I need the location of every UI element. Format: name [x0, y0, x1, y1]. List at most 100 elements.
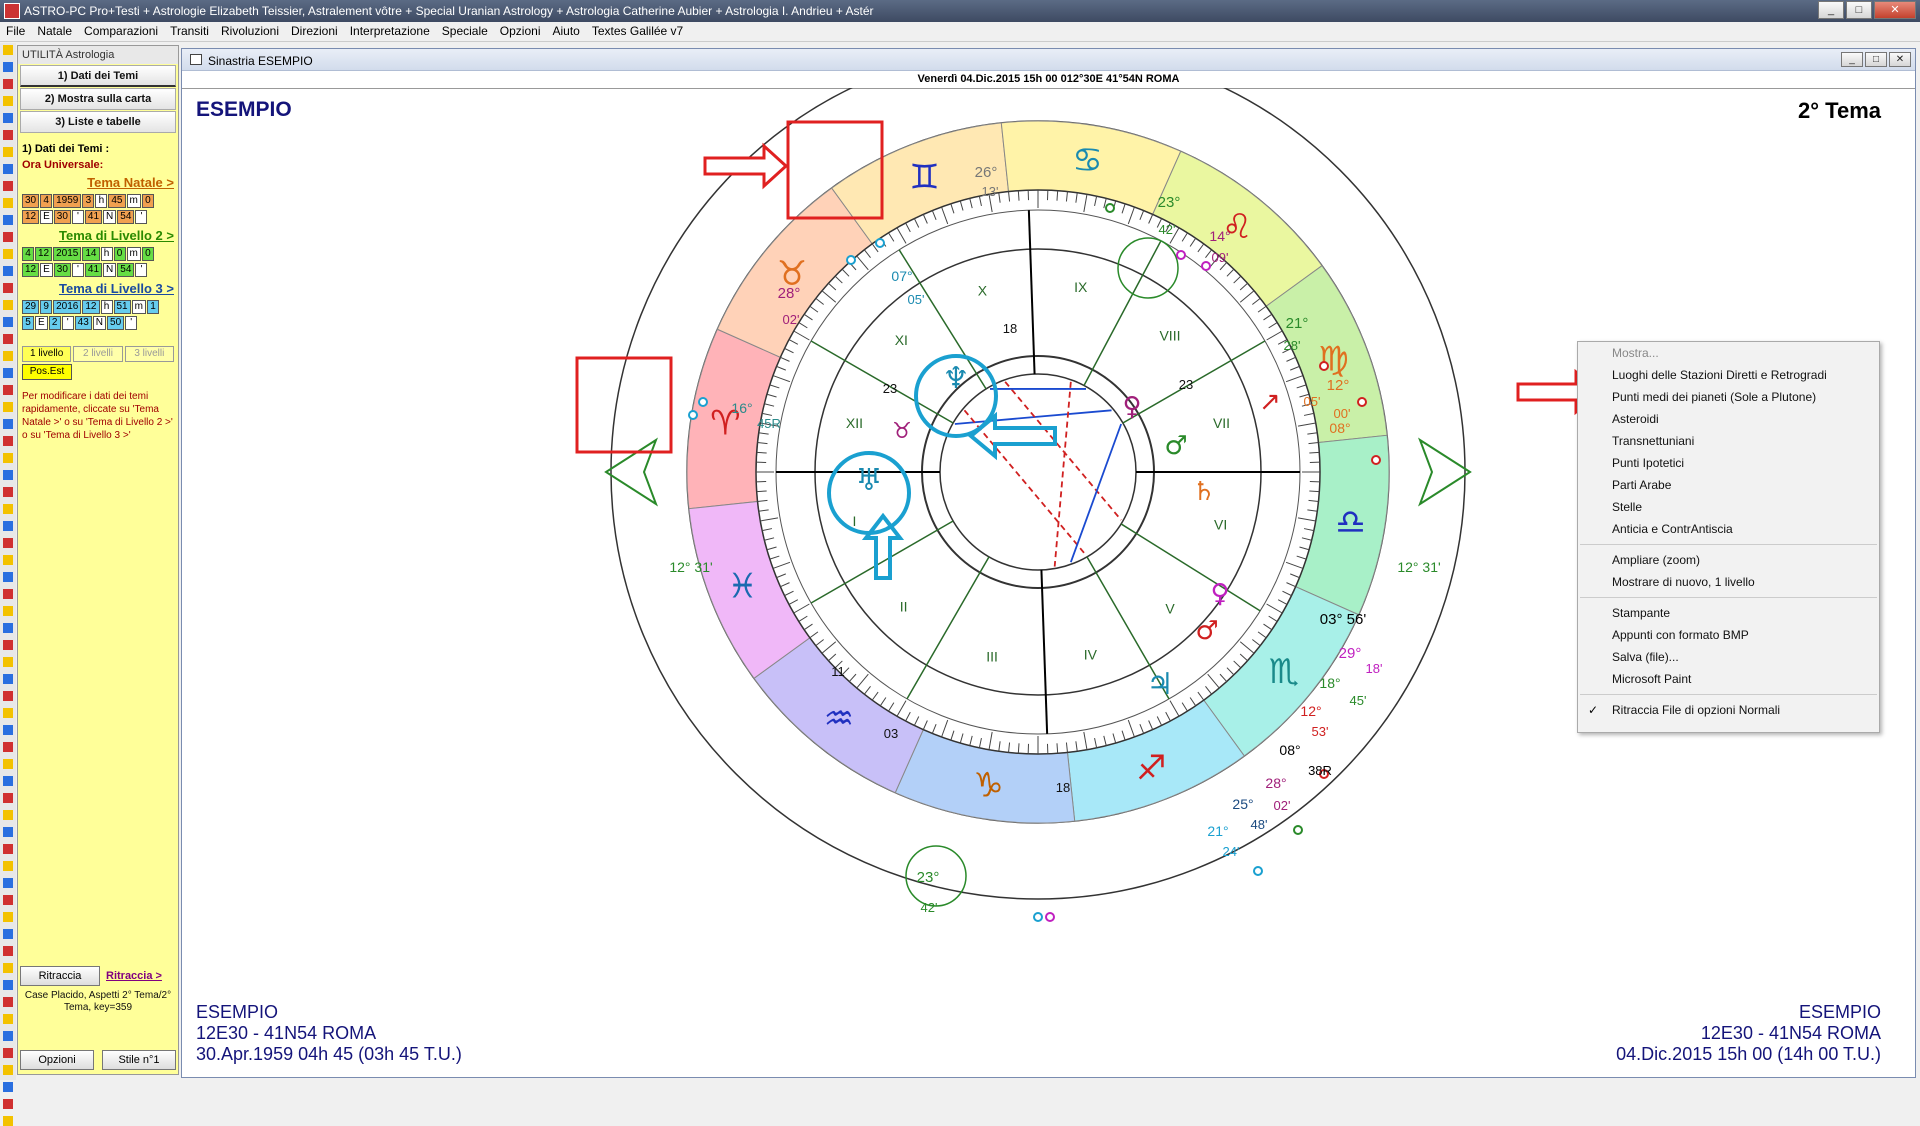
toolbar-swatch[interactable] — [3, 555, 13, 565]
menu-rivoluzioni[interactable]: Rivoluzioni — [215, 22, 285, 41]
toolbar-swatch[interactable] — [3, 759, 13, 769]
toolbar-swatch[interactable] — [3, 844, 13, 854]
level-2-button[interactable]: 2 livelli — [73, 346, 122, 362]
level-3-button[interactable]: 3 livelli — [125, 346, 174, 362]
toolbar-swatch[interactable] — [3, 436, 13, 446]
natal-day[interactable]: 30 — [22, 194, 39, 208]
toolbar-swatch[interactable] — [3, 130, 13, 140]
menu-direzioni[interactable]: Direzioni — [285, 22, 344, 41]
toolbar-swatch[interactable] — [3, 1014, 13, 1024]
level-1-button[interactable]: 1 livello — [22, 346, 71, 362]
context-menu-item[interactable]: Stelle — [1578, 496, 1879, 518]
menu-transiti[interactable]: Transiti — [164, 22, 215, 41]
toolbar-swatch[interactable] — [3, 215, 13, 225]
toolbar-swatch[interactable] — [3, 79, 13, 89]
toolbar-swatch[interactable] — [3, 147, 13, 157]
context-menu-item[interactable]: Luoghi delle Stazioni Diretti e Retrogra… — [1578, 364, 1879, 386]
toolbar-swatch[interactable] — [3, 997, 13, 1007]
lv3-day[interactable]: 29 — [22, 300, 39, 314]
context-menu-item[interactable]: Punti medi dei pianeti (Sole a Plutone) — [1578, 386, 1879, 408]
toolbar-swatch[interactable] — [3, 283, 13, 293]
toolbar-swatch[interactable] — [3, 453, 13, 463]
toolbar-swatch[interactable] — [3, 691, 13, 701]
toolbar-swatch[interactable] — [3, 1099, 13, 1109]
toolbar-swatch[interactable] — [3, 521, 13, 531]
toolbar-swatch[interactable] — [3, 572, 13, 582]
toolbar-swatch[interactable] — [3, 725, 13, 735]
toolbar-swatch[interactable] — [3, 827, 13, 837]
menu-file[interactable]: File — [0, 22, 31, 41]
tab-mostra-carta[interactable]: 2) Mostra sulla carta — [20, 88, 176, 110]
toolbar-swatch[interactable] — [3, 385, 13, 395]
context-menu-item[interactable]: Parti Arabe — [1578, 474, 1879, 496]
context-menu-item[interactable]: Appunti con formato BMP — [1578, 624, 1879, 646]
context-menu-item[interactable]: Microsoft Paint — [1578, 668, 1879, 690]
toolbar-swatch[interactable] — [3, 861, 13, 871]
natal-min[interactable]: 45 — [108, 194, 125, 208]
lv2-lat-min[interactable]: 54 — [117, 263, 134, 277]
context-menu-item[interactable]: Stampante — [1578, 602, 1879, 624]
lv3-lat-min[interactable]: 50 — [107, 316, 124, 330]
toolbar-swatch[interactable] — [3, 810, 13, 820]
menu-textes-galilee[interactable]: Textes Galilée v7 — [586, 22, 689, 41]
natal-lat-deg[interactable]: 41 — [85, 210, 102, 224]
natal-long-deg[interactable]: 12 — [22, 210, 39, 224]
lv3-hour[interactable]: 12 — [82, 300, 99, 314]
context-menu-item[interactable]: Salva (file)... — [1578, 646, 1879, 668]
menu-opzioni[interactable]: Opzioni — [494, 22, 547, 41]
natal-lat-dir[interactable]: N — [103, 210, 116, 224]
lv3-month[interactable]: 9 — [40, 300, 52, 314]
child-minimize-button[interactable]: _ — [1841, 52, 1863, 67]
lv3-long-min[interactable]: 2 — [49, 316, 61, 330]
toolbar-swatch[interactable] — [3, 538, 13, 548]
toolbar-swatch[interactable] — [3, 606, 13, 616]
toolbar-swatch[interactable] — [3, 1031, 13, 1041]
tema-natale-link[interactable]: Tema Natale > — [18, 175, 174, 190]
toolbar-swatch[interactable] — [3, 946, 13, 956]
context-menu-item[interactable]: Anticia e ContrAntiscia — [1578, 518, 1879, 540]
natal-sec[interactable]: 0 — [142, 194, 154, 208]
toolbar-swatch[interactable] — [3, 963, 13, 973]
toolbar-swatch[interactable] — [3, 487, 13, 497]
toolbar-swatch[interactable] — [3, 912, 13, 922]
toolbar-swatch[interactable] — [3, 776, 13, 786]
toolbar-swatch[interactable] — [3, 402, 13, 412]
lv3-min[interactable]: 51 — [114, 300, 131, 314]
context-menu-item[interactable]: Punti Ipotetici — [1578, 452, 1879, 474]
context-menu-item[interactable]: Asteroidi — [1578, 408, 1879, 430]
tab-dati-temi[interactable]: 1) Dati dei Temi — [20, 65, 176, 87]
minimize-button[interactable]: _ — [1818, 1, 1844, 19]
toolbar-swatch[interactable] — [3, 419, 13, 429]
natal-month[interactable]: 4 — [40, 194, 52, 208]
toolbar-swatch[interactable] — [3, 249, 13, 259]
toolbar-swatch[interactable] — [3, 640, 13, 650]
close-button[interactable]: ✕ — [1874, 1, 1916, 19]
maximize-button[interactable]: □ — [1846, 1, 1872, 19]
tab-liste-tabelle[interactable]: 3) Liste e tabelle — [20, 111, 176, 133]
natal-hour[interactable]: 3 — [82, 194, 94, 208]
toolbar-swatch[interactable] — [3, 623, 13, 633]
toolbar-swatch[interactable] — [3, 793, 13, 803]
toolbar-swatch[interactable] — [3, 351, 13, 361]
toolbar-swatch[interactable] — [3, 1082, 13, 1092]
menu-speciale[interactable]: Speciale — [436, 22, 494, 41]
toolbar-swatch[interactable] — [3, 300, 13, 310]
toolbar-swatch[interactable] — [3, 878, 13, 888]
toolbar-swatch[interactable] — [3, 198, 13, 208]
menu-aiuto[interactable]: Aiuto — [546, 22, 585, 41]
lv2-long-min[interactable]: 30 — [54, 263, 71, 277]
context-menu-item[interactable]: Ampliare (zoom) — [1578, 549, 1879, 571]
toolbar-swatch[interactable] — [3, 368, 13, 378]
context-menu-item[interactable]: ✓Ritraccia File di opzioni Normali — [1578, 699, 1879, 721]
ritraccia-button[interactable]: Ritraccia — [20, 966, 100, 986]
child-restore-button[interactable]: □ — [1865, 52, 1887, 67]
lv2-day[interactable]: 4 — [22, 247, 34, 261]
natal-long-dir[interactable]: E — [40, 210, 53, 224]
menu-natale[interactable]: Natale — [31, 22, 78, 41]
lv3-long-dir[interactable]: E — [35, 316, 48, 330]
toolbar-swatch[interactable] — [3, 181, 13, 191]
toolbar-swatch[interactable] — [3, 1065, 13, 1075]
toolbar-swatch[interactable] — [3, 266, 13, 276]
lv2-year[interactable]: 2015 — [53, 247, 81, 261]
pos-est-button[interactable]: Pos.Est — [22, 364, 72, 380]
